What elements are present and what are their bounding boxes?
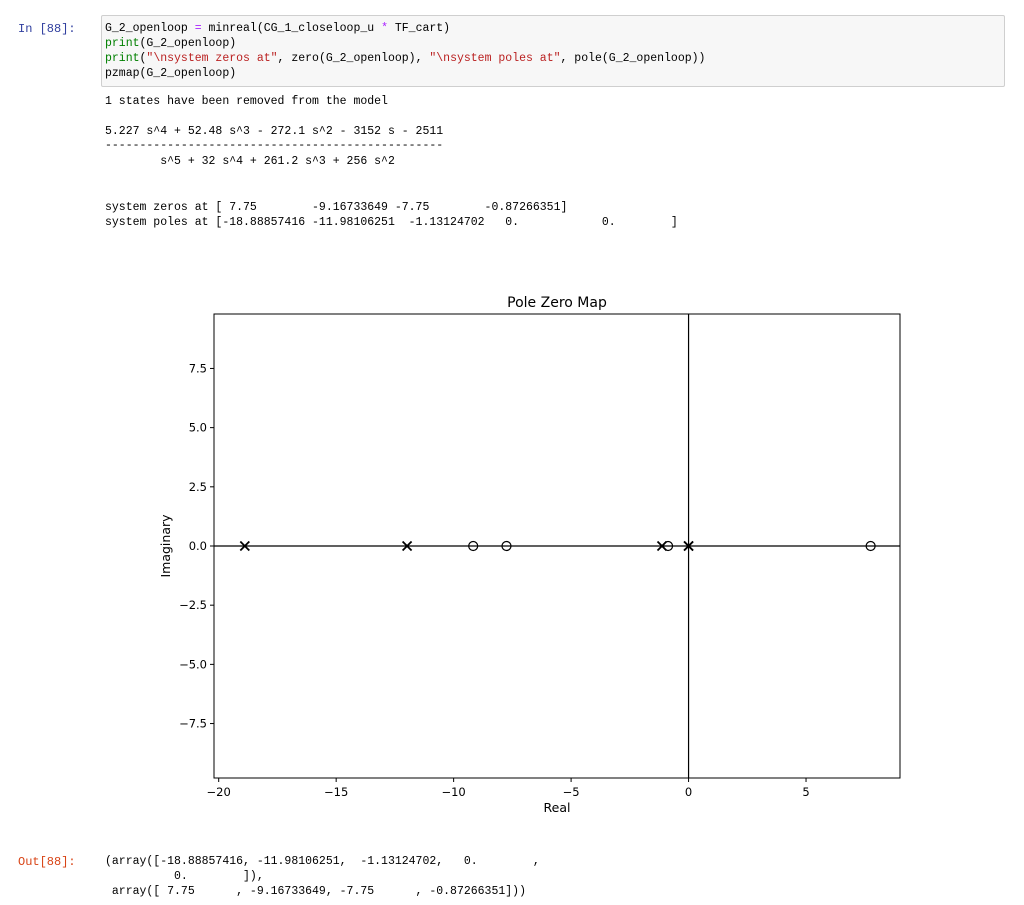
y-tick-label: 0.0	[189, 539, 207, 553]
x-tick-label: 5	[802, 785, 809, 799]
code-line-1: G_2_openloop = minreal(CG_1_closeloop_u …	[105, 22, 451, 35]
y-axis-label: Imaginary	[158, 514, 173, 578]
stdout-denominator: s^5 + 32 s^4 + 261.2 s^3 + 256 s^2	[105, 155, 395, 168]
chart-title: Pole Zero Map	[507, 295, 607, 311]
out-line-3: array([ 7.75 , -9.16733649, -7.75 , -0.8…	[105, 885, 526, 898]
stdout-poles: system poles at [-18.88857416 -11.981062…	[105, 216, 678, 229]
x-tick-label: −5	[563, 785, 580, 799]
code-line-4: pzmap(G_2_openloop)	[105, 67, 237, 80]
stdout-numerator: 5.227 s^4 + 52.48 s^3 - 272.1 s^2 - 3152…	[105, 125, 444, 138]
y-tick-label: −5.0	[179, 657, 207, 671]
y-tick-label: −2.5	[179, 598, 207, 612]
y-tick-label: 2.5	[189, 480, 207, 494]
input-prompt: In [88]:	[18, 22, 76, 36]
y-tick-label: 5.0	[189, 421, 207, 435]
stdout-removed-states: 1 states have been removed from the mode…	[105, 95, 388, 108]
y-tick-label: 7.5	[189, 361, 207, 375]
out-line-1: (array([-18.88857416, -11.98106251, -1.1…	[105, 855, 540, 868]
code-cell-editor[interactable]: G_2_openloop = minreal(CG_1_closeloop_u …	[101, 15, 1005, 87]
y-tick-label: −7.5	[179, 717, 207, 731]
x-tick-label: 0	[685, 785, 692, 799]
stdout-divider: ----------------------------------------…	[105, 139, 444, 152]
code-line-3: print("\nsystem zeros at", zero(G_2_open…	[105, 52, 706, 65]
out-line-2: 0. ]),	[105, 870, 264, 883]
x-axis-label: Real	[544, 800, 571, 815]
output-prompt: Out[88]:	[18, 855, 76, 869]
x-tick-label: −20	[207, 785, 231, 799]
pole-zero-map-chart: Pole Zero Map −20 −15 −10 −5 0 5 −7.5 −5.0 −2.5 0.…	[158, 295, 901, 815]
x-tick-label: −15	[324, 785, 348, 799]
x-tick-label: −10	[441, 785, 465, 799]
code-line-2: print(G_2_openloop)	[105, 37, 237, 50]
stdout-zeros: system zeros at [ 7.75 -9.16733649 -7.75…	[105, 201, 568, 214]
